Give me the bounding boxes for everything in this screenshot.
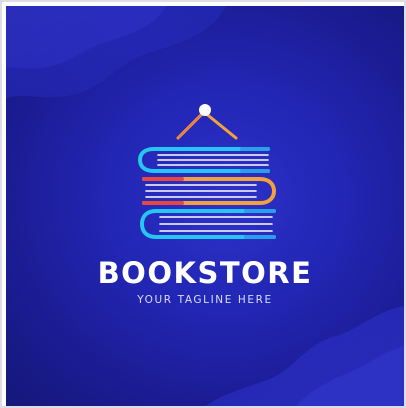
image-frame: BOOKSTORE YOUR TAGLINE HERE	[0, 0, 406, 408]
bottom-book-icon	[139, 209, 276, 239]
hanger-icon	[176, 104, 238, 140]
brand-name: BOOKSTORE	[97, 256, 313, 290]
middle-book-icon	[142, 177, 277, 205]
stacked-books-icon	[137, 104, 277, 239]
top-book-icon	[137, 147, 270, 173]
brand-tagline: YOUR TAGLINE HERE	[137, 294, 273, 306]
logo-card: BOOKSTORE YOUR TAGLINE HERE	[6, 6, 404, 406]
